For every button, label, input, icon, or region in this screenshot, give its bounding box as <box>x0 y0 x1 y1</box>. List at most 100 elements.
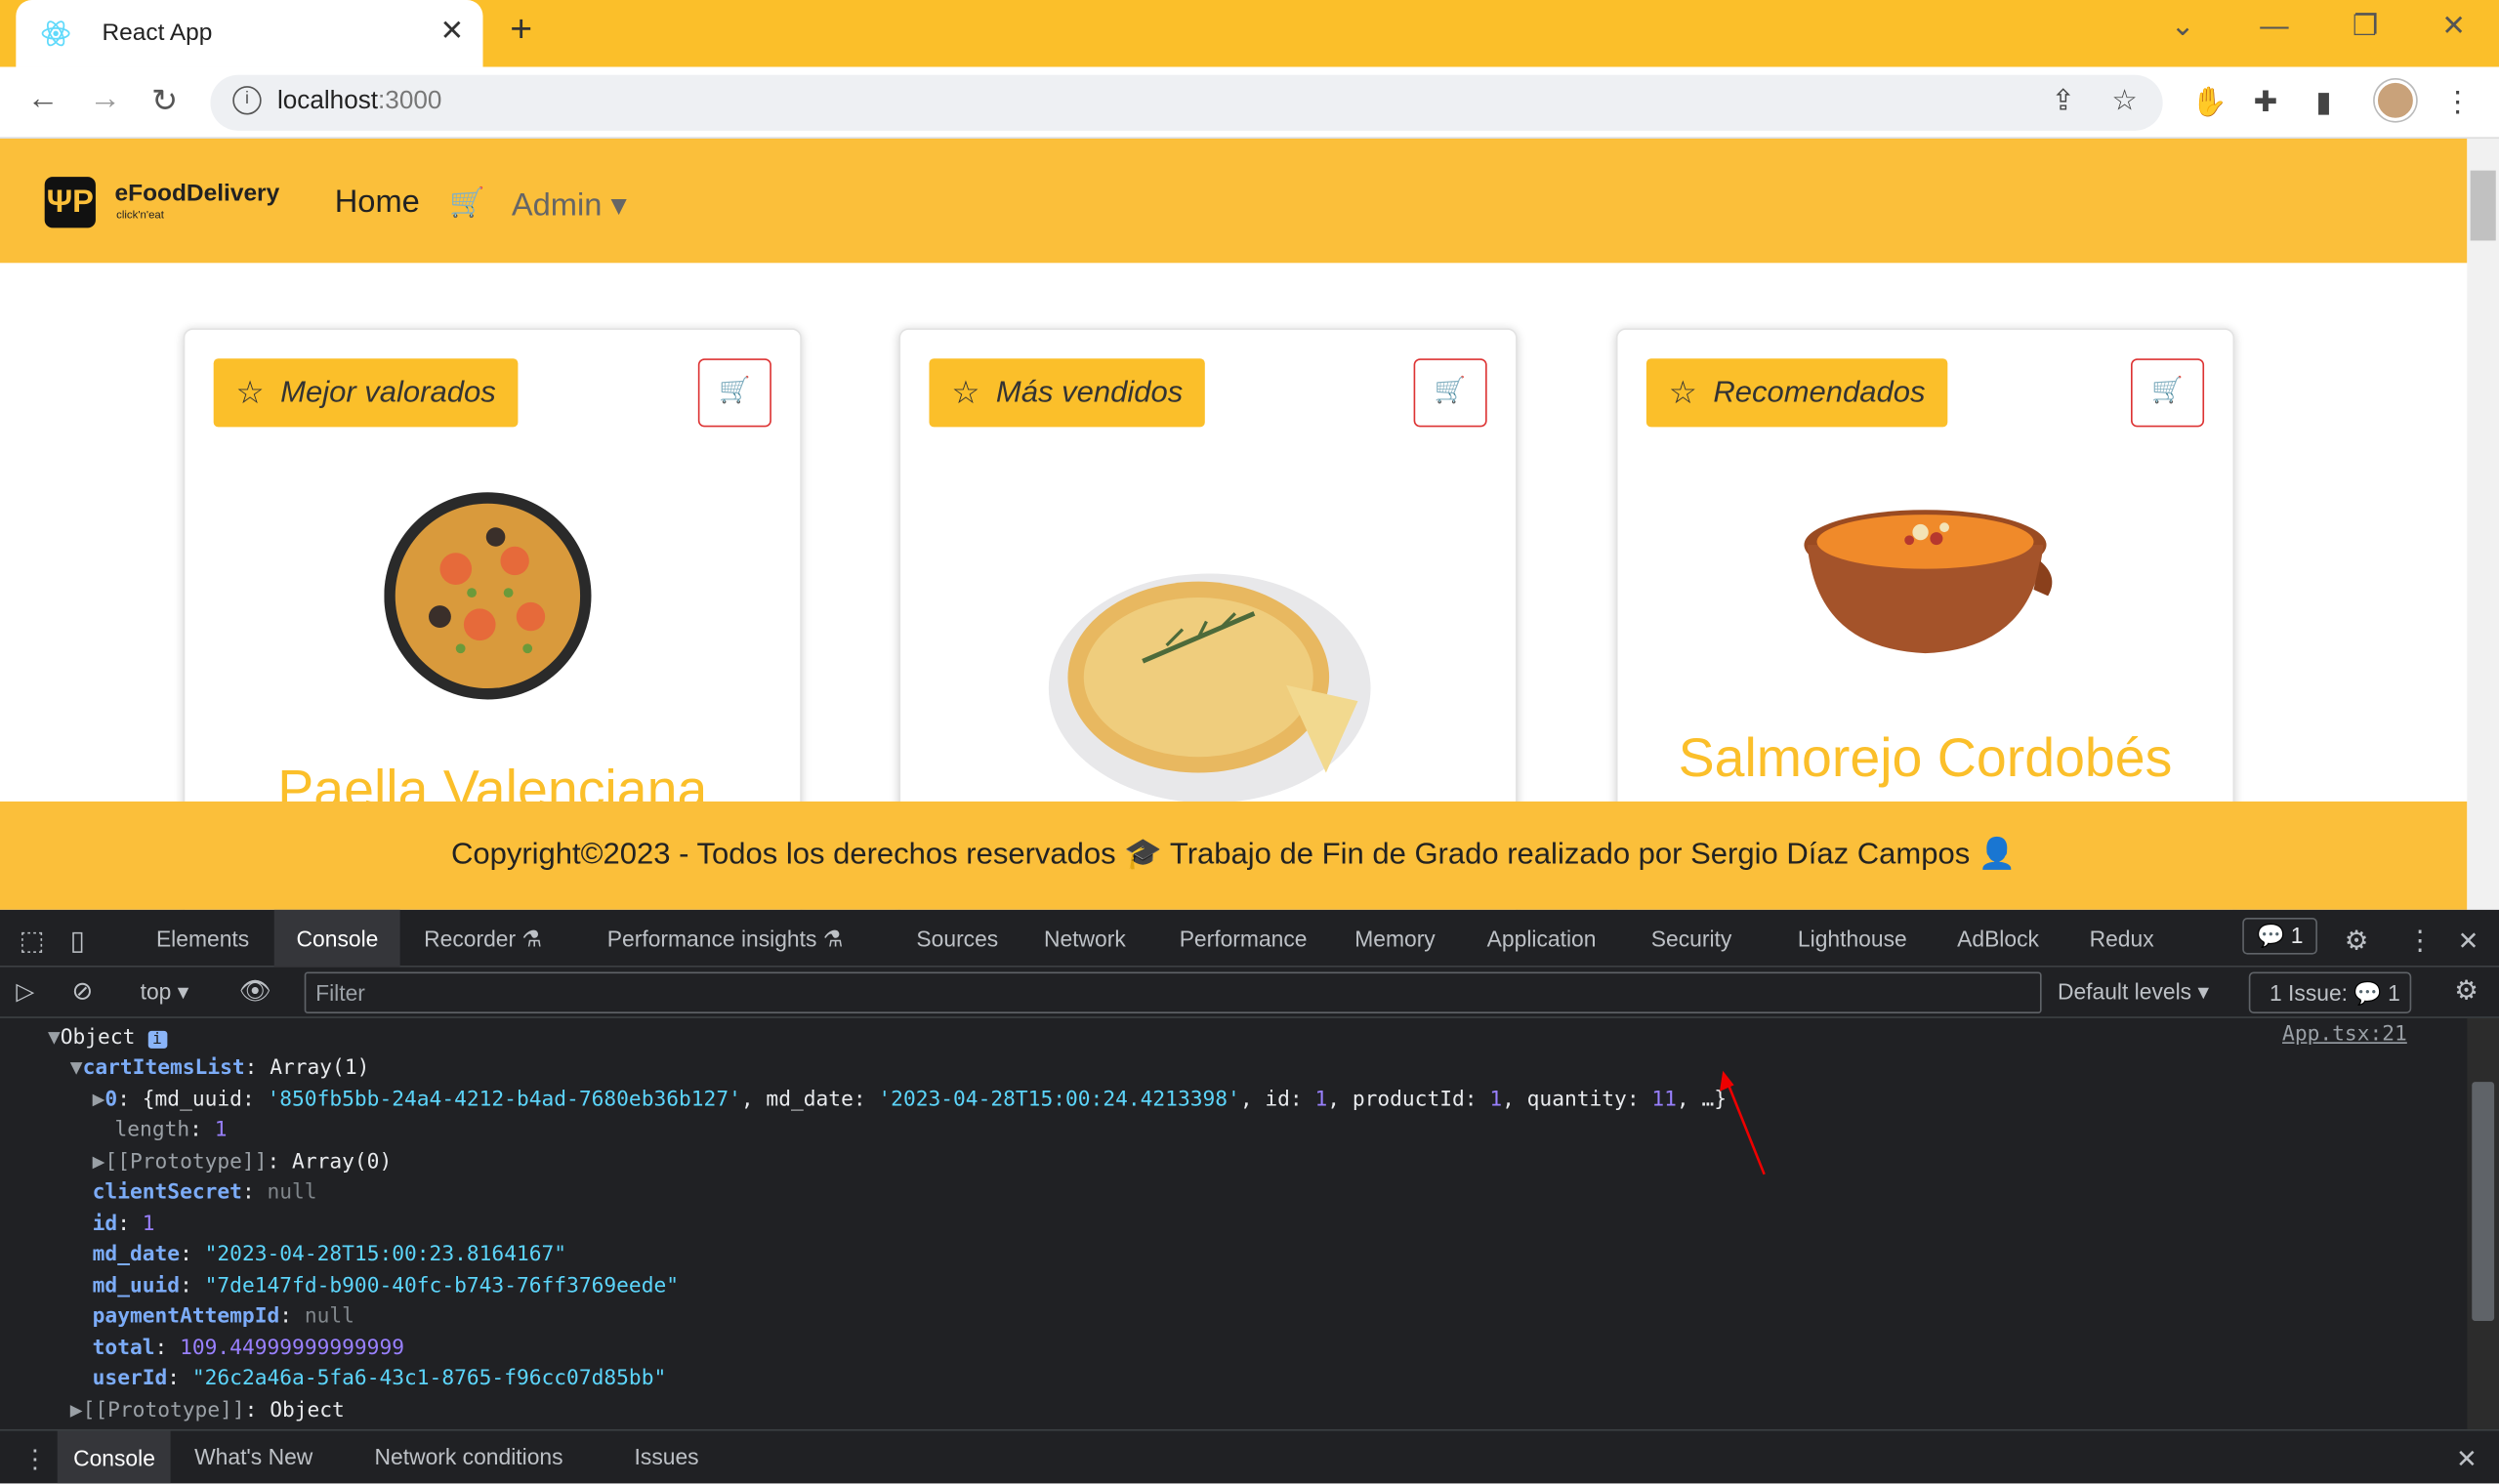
star-icon: ☆ <box>235 376 265 412</box>
console-filter-input[interactable]: Filter <box>304 971 2042 1013</box>
page-scrollbar-thumb[interactable] <box>2470 170 2496 241</box>
minimize-icon[interactable]: — <box>2260 10 2288 43</box>
dish-title: Salmorejo Cordobés <box>1678 727 2173 789</box>
source-link[interactable]: App.tsx:21 <box>2282 1023 2407 1047</box>
restore-icon[interactable]: ❐ <box>2353 10 2378 43</box>
log-md-uuid: md_uuid: "7de147fd-b900-40fc-b743-76ff37… <box>92 1274 680 1299</box>
star-icon: ☆ <box>951 376 980 412</box>
console-toolbar: ▷ ⊘ top ▾ 👁 Filter Default levels ▾ 1 Is… <box>0 968 2499 1018</box>
tab-performance[interactable]: Performance <box>1180 926 1308 951</box>
log-cart-items[interactable]: ▼cartItemsList: Array(1) <box>70 1053 370 1084</box>
nav-home-link[interactable]: Home <box>335 185 420 222</box>
share-icon[interactable]: ⇪ <box>2051 84 2075 117</box>
star-icon: ☆ <box>1668 376 1697 412</box>
profile-avatar[interactable] <box>2374 79 2417 122</box>
drawer-tab-whats-new[interactable]: What's New <box>194 1444 312 1469</box>
devtools-more-icon[interactable]: ⋮ <box>2406 926 2434 958</box>
live-expression-eye-icon[interactable]: 👁 <box>239 975 271 1008</box>
log-id: id: 1 <box>92 1212 155 1237</box>
tab-console[interactable]: Console <box>273 909 401 968</box>
devtools-drawer: ⋮ Console What's New Network conditions … <box>0 1428 2499 1484</box>
clear-console-icon[interactable]: ⊘ <box>71 975 93 1008</box>
devtools-panel: ⬚ ▯ Elements Console Recorder ⚗ Performa… <box>0 909 2499 1484</box>
extensions-puzzle-icon[interactable]: ✚ <box>2254 86 2278 119</box>
adblock-extension-icon[interactable]: ✋ <box>2191 86 2228 119</box>
tab-sources[interactable]: Sources <box>916 926 998 951</box>
page-footer: Copyright©2023 - Todos los derechos rese… <box>0 801 2468 910</box>
fork-knife-logo-icon[interactable]: ΨΡ <box>44 177 96 228</box>
messages-badge[interactable]: 💬 1 <box>2242 918 2318 955</box>
tab-network[interactable]: Network <box>1044 926 1126 951</box>
drawer-menu-icon[interactable]: ⋮ <box>22 1444 48 1476</box>
browser-titlebar: React App ✕ + ⌄ — ❐ ✕ <box>0 0 2499 67</box>
add-to-cart-button[interactable]: 🛒 <box>1413 358 1487 428</box>
console-scrollbar-thumb[interactable] <box>2472 1082 2495 1321</box>
drawer-tab-issues[interactable]: Issues <box>635 1444 699 1469</box>
tab-memory[interactable]: Memory <box>1354 926 1436 951</box>
log-payment-attemp-id: paymentAttempId: null <box>92 1304 354 1330</box>
console-settings-icon[interactable]: ⚙ <box>2454 975 2478 1008</box>
paella-image[interactable] <box>384 489 606 712</box>
device-toolbar-icon[interactable]: ▯ <box>70 926 85 958</box>
log-root[interactable]: ▼Object i <box>48 1023 167 1053</box>
tab-title: React App <box>102 19 213 47</box>
log-total: total: 109.44999999999999 <box>92 1337 405 1361</box>
page-viewport: ΨΡ eFoodDelivery click'n'eat Home 🛒 Admi… <box>0 138 2468 910</box>
tab-application[interactable]: Application <box>1487 926 1597 951</box>
add-to-cart-button[interactable]: 🛒 <box>2131 358 2205 428</box>
react-logo-icon <box>41 21 70 47</box>
log-length: length: 1 <box>114 1118 228 1143</box>
log-proto-array[interactable]: ▶[[Prototype]]: Array(0) <box>93 1147 393 1177</box>
address-bar[interactable]: i localhost:3000 ⇪ ☆ <box>210 74 2163 131</box>
side-panel-icon[interactable]: ▮ <box>2315 86 2331 119</box>
forward-icon[interactable]: → <box>89 81 121 118</box>
drawer-tab-console[interactable]: Console <box>57 1430 172 1484</box>
devtools-close-icon[interactable]: ✕ <box>2458 926 2479 958</box>
tab-elements[interactable]: Elements <box>156 926 249 951</box>
tab-close-icon[interactable]: ✕ <box>439 15 464 48</box>
log-proto-object[interactable]: ▶[[Prototype]]: Object <box>70 1396 345 1426</box>
inspect-element-icon[interactable]: ⬚ <box>20 926 45 958</box>
shopping-cart-icon[interactable]: 🛒 <box>449 186 485 220</box>
add-to-cart-button[interactable]: 🛒 <box>697 358 771 428</box>
log-levels-dropdown[interactable]: Default levels ▾ <box>2058 978 2209 1006</box>
tab-redux[interactable]: Redux <box>2090 926 2154 951</box>
back-icon[interactable]: ← <box>27 81 60 118</box>
tab-lighthouse[interactable]: Lighthouse <box>1798 926 1907 951</box>
log-client-secret: clientSecret: null <box>92 1180 317 1205</box>
red-arrow-annotation <box>1719 1070 1766 1175</box>
log-user-id: userId: "26c2a46a-5fa6-43c1-8765-f96cc07… <box>92 1367 667 1391</box>
bookmark-star-icon[interactable]: ☆ <box>2111 84 2137 117</box>
salmorejo-image[interactable] <box>1801 497 2059 656</box>
new-tab-icon[interactable]: + <box>510 8 532 53</box>
category-badge: ☆ Recomendados <box>1645 358 1948 428</box>
nav-admin-dropdown[interactable]: Admin ▾ <box>512 185 627 225</box>
url-text: localhost:3000 <box>276 87 442 115</box>
browser-tab[interactable]: React App ✕ <box>16 0 483 67</box>
browser-toolbar: ← → ↻ i localhost:3000 ⇪ ☆ ✋ ✚ ▮ ⋮ <box>0 66 2499 139</box>
window-close-icon[interactable]: ✕ <box>2441 10 2466 43</box>
console-scrollbar[interactable] <box>2467 1017 2499 1429</box>
issues-button[interactable]: 1 Issue: 💬 1 <box>2248 971 2412 1013</box>
tab-performance-insights[interactable]: Performance insights ⚗ <box>607 926 843 953</box>
console-output: App.tsx:21 ▼Object i ▼cartItemsList: Arr… <box>0 1018 2467 1429</box>
tortilla-image[interactable] <box>1047 550 1375 804</box>
tab-security[interactable]: Security <box>1651 926 1732 951</box>
sidebar-toggle-icon[interactable]: ▷ <box>16 976 34 1006</box>
brand-name[interactable]: eFoodDelivery <box>115 180 280 207</box>
tab-search-icon[interactable]: ⌄ <box>2171 10 2195 43</box>
site-info-icon[interactable]: i <box>232 86 262 115</box>
settings-gear-icon[interactable]: ⚙ <box>2345 926 2369 958</box>
reload-icon[interactable]: ↻ <box>151 81 178 121</box>
browser-menu-icon[interactable]: ⋮ <box>2443 86 2472 119</box>
brand-tagline: click'n'eat <box>116 210 164 222</box>
devtools-tabbar: ⬚ ▯ Elements Console Recorder ⚗ Performa… <box>0 909 2499 968</box>
drawer-tab-network-conditions[interactable]: Network conditions <box>375 1444 563 1469</box>
log-md-date: md_date: "2023-04-28T15:00:23.8164167" <box>92 1242 567 1267</box>
page-scrollbar[interactable] <box>2467 138 2499 910</box>
tab-adblock[interactable]: AdBlock <box>1957 926 2039 951</box>
context-selector[interactable]: top ▾ <box>141 978 189 1006</box>
log-item-0[interactable]: ▶0: {md_uuid: '850fb5bb-24a4-4212-b4ad-7… <box>93 1085 1727 1115</box>
tab-recorder[interactable]: Recorder ⚗ <box>424 926 542 953</box>
drawer-close-icon[interactable]: ✕ <box>2456 1444 2478 1476</box>
